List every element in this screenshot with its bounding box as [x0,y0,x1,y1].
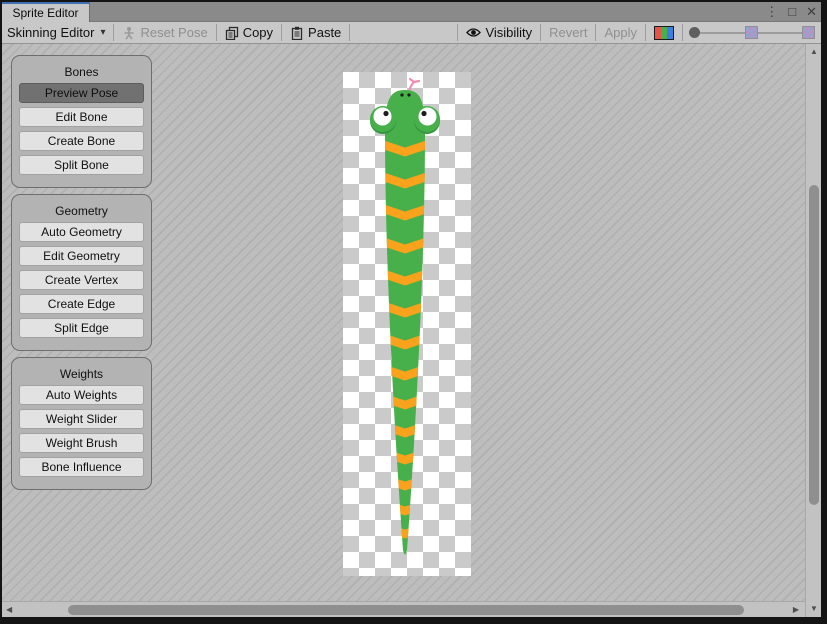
visibility-toggle[interactable]: Visibility [458,22,540,43]
create-bone-button[interactable]: Create Bone [19,131,144,151]
reset-pose-button[interactable]: Reset Pose [114,22,215,43]
revert-label: Revert [549,25,587,40]
paste-label: Paste [308,25,341,40]
panel-geometry: Geometry Auto Geometry Edit Geometry Cre… [11,194,152,351]
sprite-overlay-swatch[interactable] [646,22,682,43]
maximize-icon[interactable]: □ [788,2,796,22]
apply-button[interactable]: Apply [596,22,645,43]
copy-button[interactable]: Copy [217,22,281,43]
tab-sprite-editor[interactable]: Sprite Editor [2,2,90,22]
weight-slider-button[interactable]: Weight Slider [19,409,144,429]
edit-geometry-button[interactable]: Edit Geometry [19,246,144,266]
sprite-editor-window: Sprite Editor ⋮ □ ✕ Skinning Editor ▾ Re… [0,0,827,624]
panel-title: Geometry [12,200,151,222]
apply-label: Apply [604,25,637,40]
tab-title: Sprite Editor [12,6,78,20]
scroll-down-icon[interactable]: ▼ [810,605,818,613]
create-vertex-button[interactable]: Create Vertex [19,270,144,290]
scroll-right-icon[interactable]: ▶ [793,606,799,614]
close-icon[interactable]: ✕ [806,2,817,22]
toolbar-spacer [350,22,457,43]
bone-influence-button[interactable]: Bone Influence [19,457,144,477]
auto-geometry-button[interactable]: Auto Geometry [19,222,144,242]
panel-title: Weights [12,363,151,385]
right-nostril [407,93,410,96]
left-eyeball [374,108,392,126]
reset-pose-label: Reset Pose [140,25,207,40]
left-pupil [383,111,388,116]
split-bone-button[interactable]: Split Bone [19,155,144,175]
horizontal-scrollbar[interactable]: ◀ ▶ [2,601,805,617]
opacity-slider[interactable] [683,22,821,43]
snake-sprite [343,72,471,576]
skinning-editor-label: Skinning Editor [7,25,94,40]
titlebar: Sprite Editor ⋮ □ ✕ [2,2,821,22]
texture-chip-icon [802,26,815,39]
paste-button[interactable]: Paste [282,22,349,43]
preview-pose-button[interactable]: Preview Pose [19,83,144,103]
horizontal-scrollbar-thumb[interactable] [68,605,744,615]
menu-dots-icon[interactable]: ⋮ [765,2,778,22]
create-edge-button[interactable]: Create Edge [19,294,144,314]
slider-track[interactable] [758,32,803,34]
panel-bones: Bones Preview Pose Edit Bone Create Bone… [11,55,152,188]
scroll-up-icon[interactable]: ▲ [810,48,818,56]
copy-label: Copy [243,25,273,40]
snake-tongue [409,79,419,91]
window-controls: ⋮ □ ✕ [765,2,817,22]
eye-icon [466,27,481,38]
panel-weights: Weights Auto Weights Weight Slider Weigh… [11,357,152,490]
revert-button[interactable]: Revert [541,22,595,43]
right-pupil [421,111,426,116]
edit-bone-button[interactable]: Edit Bone [19,107,144,127]
split-edge-button[interactable]: Split Edge [19,318,144,338]
right-eyeball [419,108,437,126]
auto-weights-button[interactable]: Auto Weights [19,385,144,405]
weight-brush-button[interactable]: Weight Brush [19,433,144,453]
panel-title: Bones [12,61,151,83]
color-swatch-icon [654,26,674,40]
scroll-left-icon[interactable]: ◀ [6,606,12,614]
slider-track[interactable] [700,32,745,34]
skinning-editor-dropdown[interactable]: Skinning Editor ▾ [2,22,113,43]
vertical-scrollbar-thumb[interactable] [809,185,819,505]
paste-icon [290,26,304,40]
visibility-label: Visibility [485,25,532,40]
slider-knob[interactable] [689,27,700,38]
sprite-canvas[interactable] [343,72,471,576]
skinning-viewport[interactable]: Bones Preview Pose Edit Bone Create Bone… [2,44,821,617]
left-nostril [400,93,403,96]
texture-chip-icon [745,26,758,39]
vertical-scrollbar[interactable]: ▲ ▼ [805,44,821,617]
reset-pose-icon [122,26,136,40]
toolbar: Skinning Editor ▾ Reset Pose Copy [2,22,821,44]
window-content: Sprite Editor ⋮ □ ✕ Skinning Editor ▾ Re… [2,2,821,617]
chevron-down-icon: ▾ [100,27,105,38]
copy-icon [225,26,239,40]
